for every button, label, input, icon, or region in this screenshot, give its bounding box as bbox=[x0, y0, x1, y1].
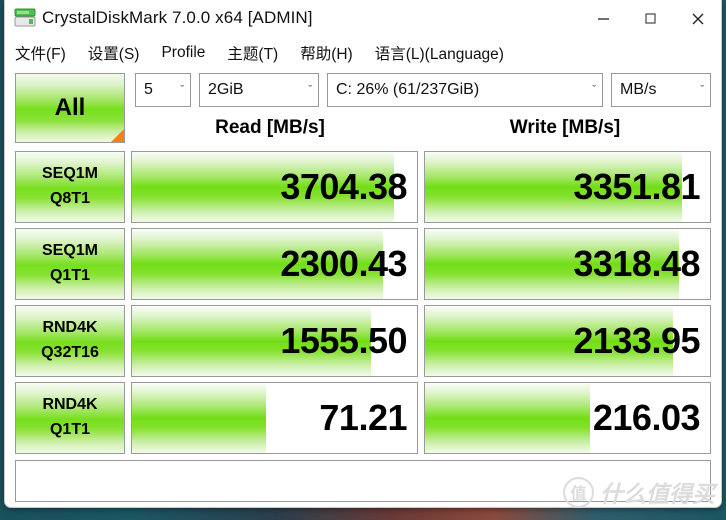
test-count-value: 5 bbox=[144, 81, 153, 98]
result-value-read: 71.21 bbox=[319, 397, 407, 438]
watermark-text: 什么值得买 bbox=[600, 481, 715, 507]
test-count-select[interactable]: 5 ˇ bbox=[135, 73, 191, 107]
chevron-down-icon: ˇ bbox=[180, 83, 184, 96]
window-controls bbox=[580, 0, 721, 37]
result-cell-write: 3318.48 bbox=[424, 228, 711, 300]
test-label-line1: SEQ1M bbox=[41, 242, 98, 260]
run-all-button[interactable]: All bbox=[15, 73, 125, 143]
menu-item-settings[interactable]: 设置(S) bbox=[88, 42, 140, 64]
crystaldiskmark-window: CrystalDiskMark 7.0.0 x64 [ADMIN] 文件(F) … bbox=[4, 0, 722, 508]
result-cell-write: 216.03 bbox=[424, 382, 711, 454]
toolbar-combos: 5 ˇ 2GiB ˇ C: 26% (61/237GiB) ˇ MB/s ˇ bbox=[135, 73, 711, 107]
result-cell-read: 3704.38 bbox=[131, 151, 418, 223]
test-label-line1: RND4K bbox=[42, 319, 98, 337]
chevron-down-icon: ˇ bbox=[308, 83, 312, 96]
result-cell-read: 1555.50 bbox=[131, 305, 418, 377]
chevron-down-icon: ˇ bbox=[592, 83, 596, 96]
target-drive-value: C: 26% (61/237GiB) bbox=[336, 81, 480, 98]
target-drive-select[interactable]: C: 26% (61/237GiB) ˇ bbox=[327, 73, 603, 107]
menu-bar: 文件(F) 设置(S) Profile 主题(T) 帮助(H) 语言(L)(La… bbox=[5, 37, 721, 69]
menu-item-file[interactable]: 文件(F) bbox=[15, 42, 66, 64]
result-bar-write bbox=[425, 383, 591, 453]
test-button-seq1m-q8t1[interactable]: SEQ1M Q8T1 bbox=[15, 151, 125, 223]
unit-select[interactable]: MB/s ˇ bbox=[611, 73, 711, 107]
result-cell-write: 2133.95 bbox=[424, 305, 711, 377]
close-icon[interactable] bbox=[674, 0, 721, 37]
result-cell-write: 3351.81 bbox=[424, 151, 711, 223]
chevron-down-icon: ˇ bbox=[700, 83, 704, 96]
site-watermark: 值 什么值得买 bbox=[563, 475, 715, 509]
result-cell-read: 2300.43 bbox=[131, 228, 418, 300]
minimize-icon[interactable] bbox=[580, 0, 627, 37]
table-row: SEQ1M Q1T1 2300.43 3318.48 bbox=[15, 228, 711, 300]
test-size-value: 2GiB bbox=[208, 81, 244, 98]
menu-item-language[interactable]: 语言(L)(Language) bbox=[375, 42, 504, 64]
column-header-read: Read [MB/s] bbox=[215, 117, 325, 138]
result-value-read: 1555.50 bbox=[280, 320, 407, 361]
column-header-write: Write [MB/s] bbox=[509, 117, 621, 138]
toolbar: All 5 ˇ 2GiB ˇ C: 26% (61/237GiB) ˇ MB/s… bbox=[15, 73, 711, 143]
test-label-line1: RND4K bbox=[42, 396, 98, 414]
table-row: SEQ1M Q8T1 3704.38 3351.81 bbox=[15, 151, 711, 223]
watermark-mark: 值 bbox=[563, 476, 594, 508]
menu-item-profile[interactable]: Profile bbox=[161, 44, 205, 62]
disk-drive-icon bbox=[14, 8, 36, 28]
result-value-write: 2133.95 bbox=[573, 320, 700, 361]
test-button-rnd4k-q1t1[interactable]: RND4K Q1T1 bbox=[15, 382, 125, 454]
title-bar: CrystalDiskMark 7.0.0 x64 [ADMIN] bbox=[5, 0, 721, 37]
run-all-label: All bbox=[54, 94, 86, 121]
menu-item-theme[interactable]: 主题(T) bbox=[227, 42, 278, 64]
window-title: CrystalDiskMark 7.0.0 x64 [ADMIN] bbox=[42, 8, 313, 27]
test-button-seq1m-q1t1[interactable]: SEQ1M Q1T1 bbox=[15, 228, 125, 300]
result-value-read: 3704.38 bbox=[280, 166, 407, 207]
menu-item-help[interactable]: 帮助(H) bbox=[300, 42, 353, 64]
result-bar-read bbox=[132, 383, 266, 453]
results-grid: SEQ1M Q8T1 3704.38 3351.81 SEQ1M Q1T1 23… bbox=[15, 151, 711, 454]
maximize-icon[interactable] bbox=[627, 0, 674, 37]
result-value-write: 3351.81 bbox=[573, 166, 700, 207]
test-label-line2: Q8T1 bbox=[49, 190, 90, 207]
table-row: RND4K Q32T16 1555.50 2133.95 bbox=[15, 305, 711, 377]
unit-value: MB/s bbox=[620, 81, 657, 98]
result-value-write: 216.03 bbox=[592, 397, 701, 438]
test-label-line2: Q1T1 bbox=[49, 421, 90, 438]
test-button-rnd4k-q32t16[interactable]: RND4K Q32T16 bbox=[15, 305, 125, 377]
result-value-write: 3318.48 bbox=[573, 243, 700, 284]
test-label-line2: Q1T1 bbox=[49, 267, 90, 284]
result-cell-read: 71.21 bbox=[131, 382, 418, 454]
result-value-read: 2300.43 bbox=[280, 243, 407, 284]
test-label-line1: SEQ1M bbox=[41, 165, 98, 183]
table-row: RND4K Q1T1 71.21 216.03 bbox=[15, 382, 711, 454]
profile-corner-marker bbox=[111, 129, 124, 142]
test-label-line2: Q32T16 bbox=[41, 344, 99, 361]
test-size-select[interactable]: 2GiB ˇ bbox=[199, 73, 319, 107]
